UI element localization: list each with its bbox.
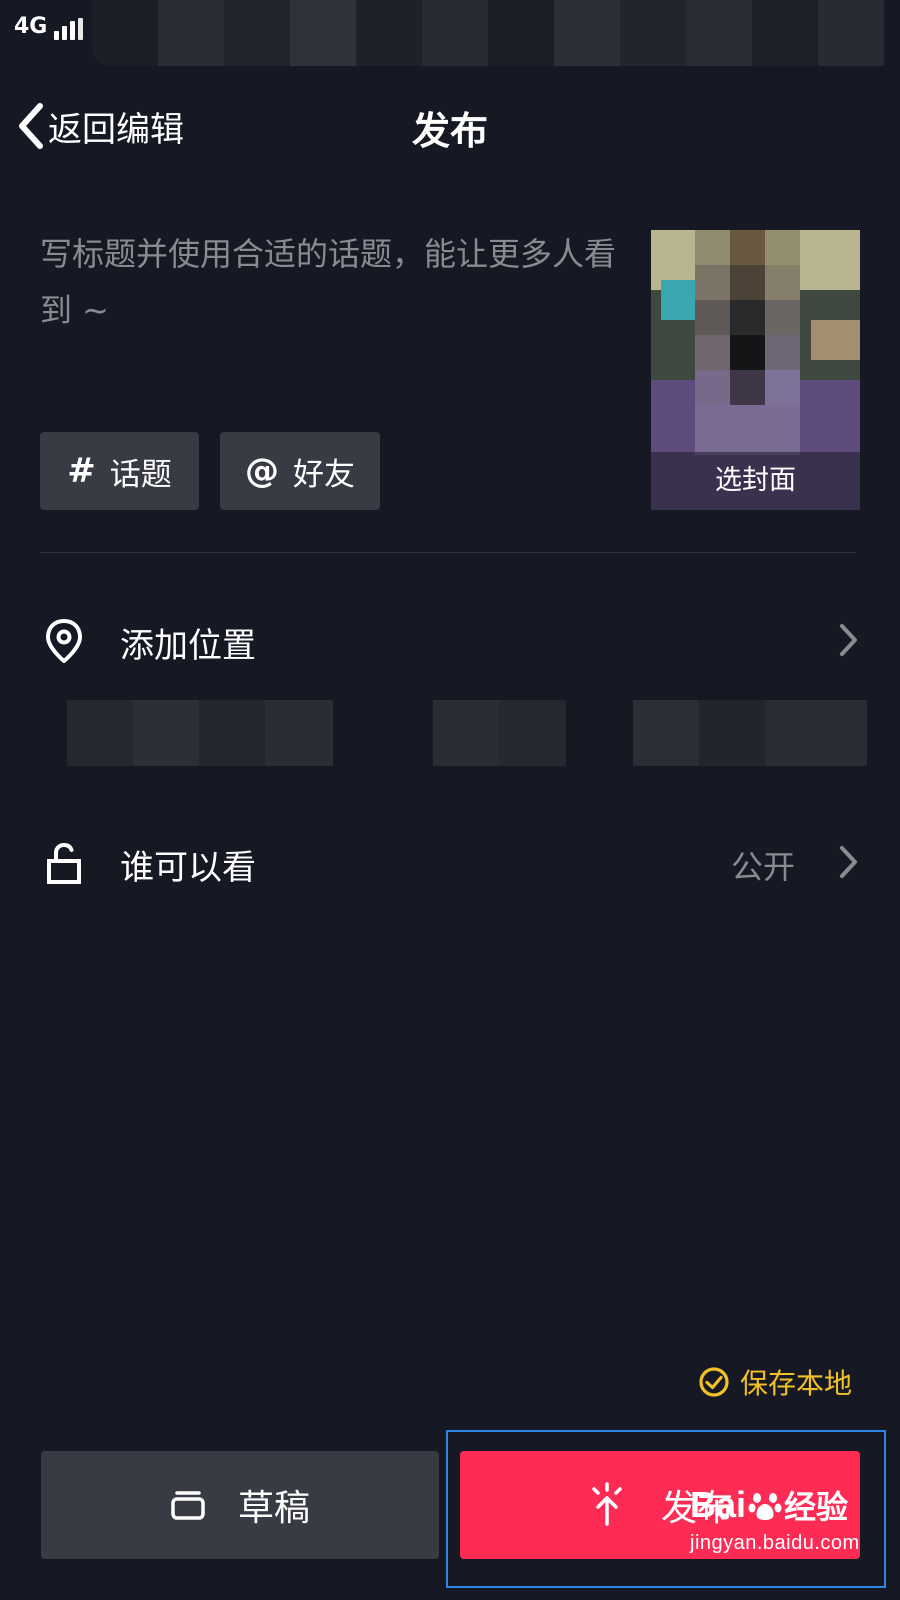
mention-friend-chip[interactable]: @ 好友	[220, 432, 380, 510]
chevron-right-icon	[840, 624, 857, 656]
pixelated-location-suggestion	[433, 700, 566, 766]
check-circle-icon	[699, 1367, 729, 1397]
topic-chip-label: 话题	[109, 456, 172, 493]
choose-cover-label: 选封面	[651, 452, 860, 510]
drafts-icon	[171, 1491, 205, 1520]
draft-button[interactable]: 草稿	[41, 1451, 439, 1559]
watermark-url: jingyan.baidu.com	[690, 1532, 860, 1554]
who-can-view-label: 谁可以看	[120, 848, 256, 888]
hashtag-icon: #	[67, 451, 96, 491]
paw-icon	[748, 1493, 782, 1520]
divider	[40, 552, 856, 553]
topic-chip[interactable]: # 话题	[40, 432, 199, 510]
who-can-view-row[interactable]: 谁可以看 公开	[0, 822, 900, 902]
save-local-toggle[interactable]: 保存本地	[698, 1362, 852, 1402]
location-pin-icon	[46, 619, 82, 663]
pixelated-location-suggestion	[67, 700, 333, 766]
signal-strength-icon	[54, 18, 84, 40]
status-bar: 4G	[0, 0, 900, 66]
watermark-brand-right: 经验	[784, 1488, 849, 1526]
mention-chip-label: 好友	[293, 456, 355, 493]
draft-label: 草稿	[237, 1488, 310, 1529]
add-location-row[interactable]: 添加位置	[0, 600, 900, 680]
network-type: 4G	[14, 14, 48, 39]
save-local-label: 保存本地	[740, 1367, 853, 1400]
pixelated-status-area	[92, 0, 900, 66]
baidu-jingyan-watermark: Bai 经验 jingyan.baidu.com	[690, 1482, 890, 1582]
pixelated-location-suggestion	[633, 700, 867, 766]
cover-picker[interactable]: 选封面	[651, 230, 860, 510]
caption-input[interactable]: 写标题并使用合适的话题，能让更多人看到 ~	[40, 226, 620, 338]
page-title: 发布	[411, 109, 488, 153]
at-icon: @	[245, 451, 279, 491]
add-location-label: 添加位置	[120, 626, 256, 666]
visibility-value: 公开	[731, 848, 796, 886]
watermark-brand-left: Bai	[690, 1484, 747, 1525]
chevron-right-icon	[840, 846, 857, 878]
unlock-icon	[47, 842, 81, 884]
